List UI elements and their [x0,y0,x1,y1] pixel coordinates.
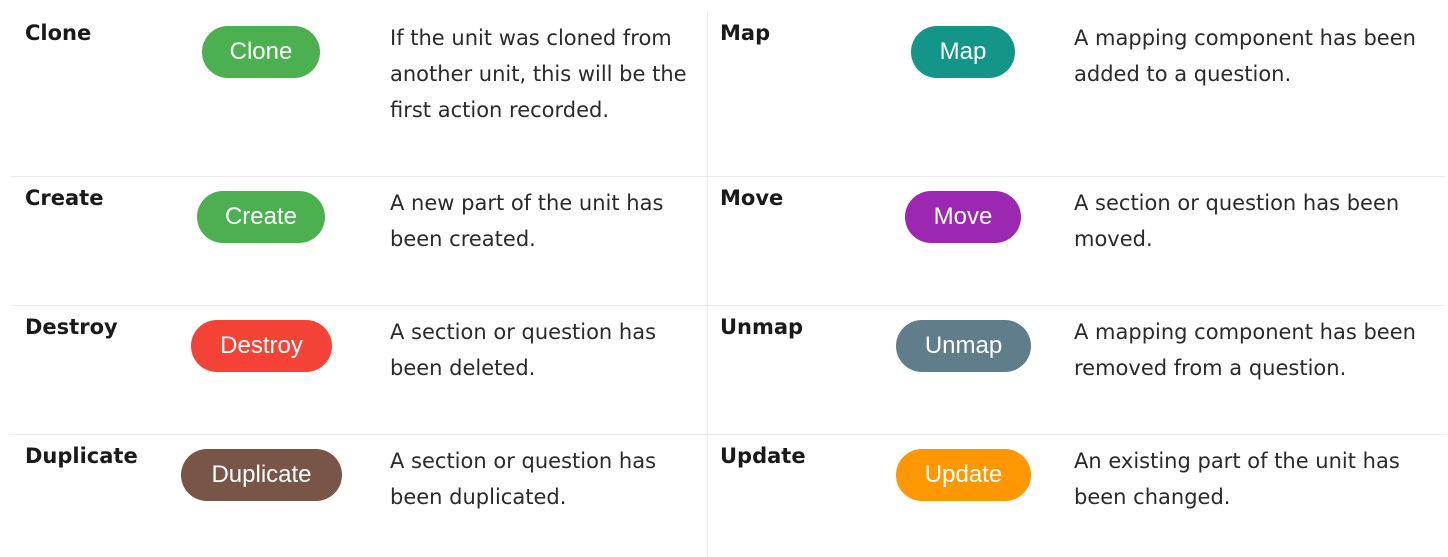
action-description: A section or question has been moved. [1074,191,1400,251]
action-description: If the unit was cloned from another unit… [390,26,687,122]
action-term: Update [720,444,806,468]
action-term: Duplicate [25,444,138,468]
action-badge-clone: Clone [202,26,320,78]
action-description: A section or question has been deleted. [390,320,657,380]
action-term: Create [25,186,104,210]
action-badge-move: Move [905,191,1021,243]
legend-entry-create: Create Create A new part of the unit has… [0,165,707,294]
action-badge-map: Map [911,26,1015,78]
action-description: A new part of the unit has been created. [390,191,664,251]
legend-entry-destroy: Destroy Destroy A section or question ha… [0,294,707,423]
legend-entry-clone: Clone Clone If the unit was cloned from … [0,0,707,129]
action-term: Destroy [25,315,118,339]
action-badge-create: Create [197,191,325,243]
action-description: A mapping component has been added to a … [1074,26,1416,86]
action-badge-destroy: Destroy [191,320,332,372]
action-badge-duplicate: Duplicate [181,449,342,501]
action-term: Unmap [720,315,804,339]
action-legend-table: Clone Clone If the unit was cloned from … [0,0,1448,557]
action-term: Move [720,186,784,210]
action-description: A section or question has been duplicate… [390,449,657,509]
legend-entry-map: Map Map A mapping component has been add… [708,0,1448,129]
action-term: Clone [25,21,92,45]
action-term: Map [720,21,771,45]
action-badge-update: Update [896,449,1031,501]
action-description: An existing part of the unit has been ch… [1074,449,1400,509]
legend-entry-unmap: Unmap Unmap A mapping component has been… [708,294,1448,423]
action-description: A mapping component has been removed fro… [1074,320,1416,380]
action-badge-unmap: Unmap [896,320,1031,372]
legend-entry-move: Move Move A section or question has been… [708,165,1448,294]
legend-entry-update: Update Update An existing part of the un… [708,423,1448,552]
legend-entry-duplicate: Duplicate Duplicate A section or questio… [0,423,707,552]
